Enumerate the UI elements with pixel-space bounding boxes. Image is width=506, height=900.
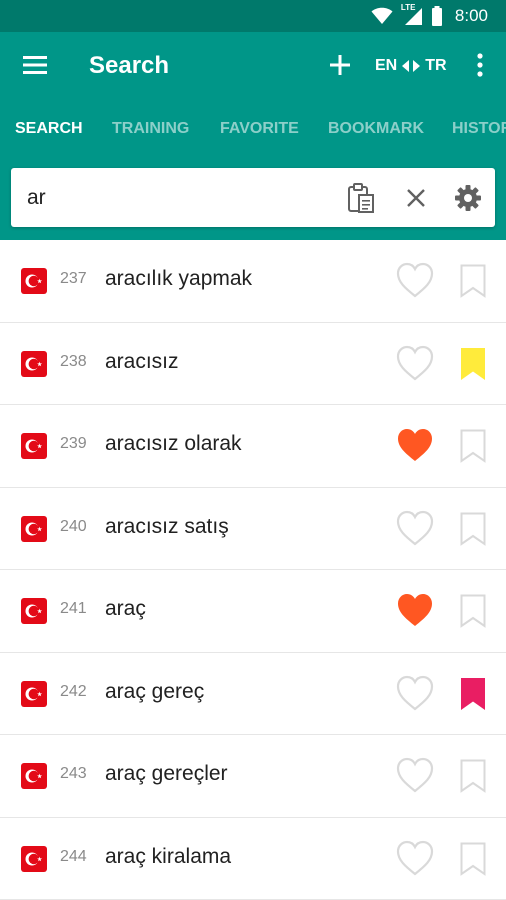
bookmark-icon[interactable] xyxy=(460,347,486,381)
tab-bar: SEARCH TRAINING FAVORITE BOOKMARK HISTOR… xyxy=(0,100,506,156)
result-word: aracısız olarak xyxy=(105,432,242,455)
result-row[interactable]: 238 aracısız xyxy=(0,323,506,405)
result-word: aracılık yapmak xyxy=(105,267,253,290)
bookmark-icon[interactable] xyxy=(460,594,486,628)
tab-training[interactable]: TRAINING xyxy=(112,100,189,156)
language-to: TR xyxy=(425,57,447,74)
tab-favorite[interactable]: FAVORITE xyxy=(220,100,299,156)
result-list: 237 aracılık yapmak 238 aracısız 239 ara… xyxy=(0,240,506,900)
gear-icon[interactable] xyxy=(454,184,482,212)
turkey-flag-icon xyxy=(21,845,47,872)
turkey-flag-icon xyxy=(21,598,47,624)
result-number: 240 xyxy=(60,517,87,535)
result-number: 237 xyxy=(60,270,87,287)
result-row[interactable]: 241 araç xyxy=(0,570,506,653)
clear-icon[interactable] xyxy=(404,186,428,210)
status-icons: LTE 8:00 xyxy=(371,3,488,27)
language-switch[interactable]: EN TR xyxy=(375,54,447,78)
tab-search[interactable]: SEARCH xyxy=(15,100,83,156)
search-box xyxy=(11,168,495,227)
search-input[interactable] xyxy=(27,182,327,214)
result-row[interactable]: 242 araç gereç xyxy=(0,653,506,735)
heart-icon[interactable] xyxy=(396,757,434,793)
turkey-flag-icon xyxy=(21,350,47,377)
turkey-flag-icon xyxy=(21,268,47,294)
heart-icon[interactable] xyxy=(396,345,434,381)
bookmark-icon[interactable] xyxy=(460,264,486,298)
heart-icon[interactable] xyxy=(396,262,434,298)
heart-icon[interactable] xyxy=(396,427,434,463)
result-row[interactable]: 243 araç gereçler xyxy=(0,735,506,818)
status-time: 8:00 xyxy=(454,6,488,25)
tab-bookmark[interactable]: BOOKMARK xyxy=(328,100,424,156)
result-word: araç kiralama xyxy=(105,844,232,868)
tab-history[interactable]: HISTORY xyxy=(452,100,506,156)
bookmark-icon[interactable] xyxy=(460,677,486,711)
result-row[interactable]: 237 aracılık yapmak xyxy=(0,240,506,323)
turkey-flag-icon xyxy=(21,515,47,542)
result-word: araç xyxy=(105,597,146,620)
result-number: 243 xyxy=(60,765,87,782)
turkey-flag-icon xyxy=(21,763,47,789)
network-label: LTE xyxy=(400,3,416,12)
result-row[interactable]: 244 araç kiralama xyxy=(0,818,506,900)
bookmark-icon[interactable] xyxy=(460,842,486,876)
status-bar: LTE 8:00 xyxy=(0,0,506,32)
result-word: aracısız xyxy=(105,349,179,373)
heart-icon[interactable] xyxy=(396,510,434,546)
bookmark-icon[interactable] xyxy=(460,512,486,546)
result-word: aracısız satış xyxy=(105,514,229,538)
turkey-flag-icon xyxy=(21,433,47,459)
heart-icon[interactable] xyxy=(396,592,434,628)
wifi-icon xyxy=(371,7,393,24)
result-number: 239 xyxy=(60,435,87,452)
swap-arrows-icon xyxy=(402,60,421,72)
bookmark-icon[interactable] xyxy=(460,759,486,793)
result-number: 238 xyxy=(60,352,87,370)
page-title: Search xyxy=(89,52,170,79)
result-word: araç gereçler xyxy=(105,762,228,785)
result-row[interactable]: 240 aracısız satış xyxy=(0,488,506,570)
language-from: EN xyxy=(375,57,398,74)
search-area xyxy=(0,156,506,240)
signal-icon: LTE xyxy=(400,3,423,26)
turkey-flag-icon xyxy=(21,680,47,707)
app-bar: Search EN TR xyxy=(0,32,506,100)
add-icon[interactable] xyxy=(327,52,353,78)
battery-icon xyxy=(431,6,442,26)
paste-icon[interactable] xyxy=(347,182,375,214)
heart-icon[interactable] xyxy=(396,840,434,876)
result-word: araç gereç xyxy=(105,679,205,703)
result-number: 244 xyxy=(60,847,87,865)
result-number: 241 xyxy=(60,600,87,617)
result-row[interactable]: 239 aracısız olarak xyxy=(0,405,506,488)
bookmark-icon[interactable] xyxy=(460,429,486,463)
more-vert-icon[interactable] xyxy=(470,51,490,79)
heart-icon[interactable] xyxy=(396,675,434,711)
result-number: 242 xyxy=(60,682,87,700)
menu-icon[interactable] xyxy=(22,52,48,78)
